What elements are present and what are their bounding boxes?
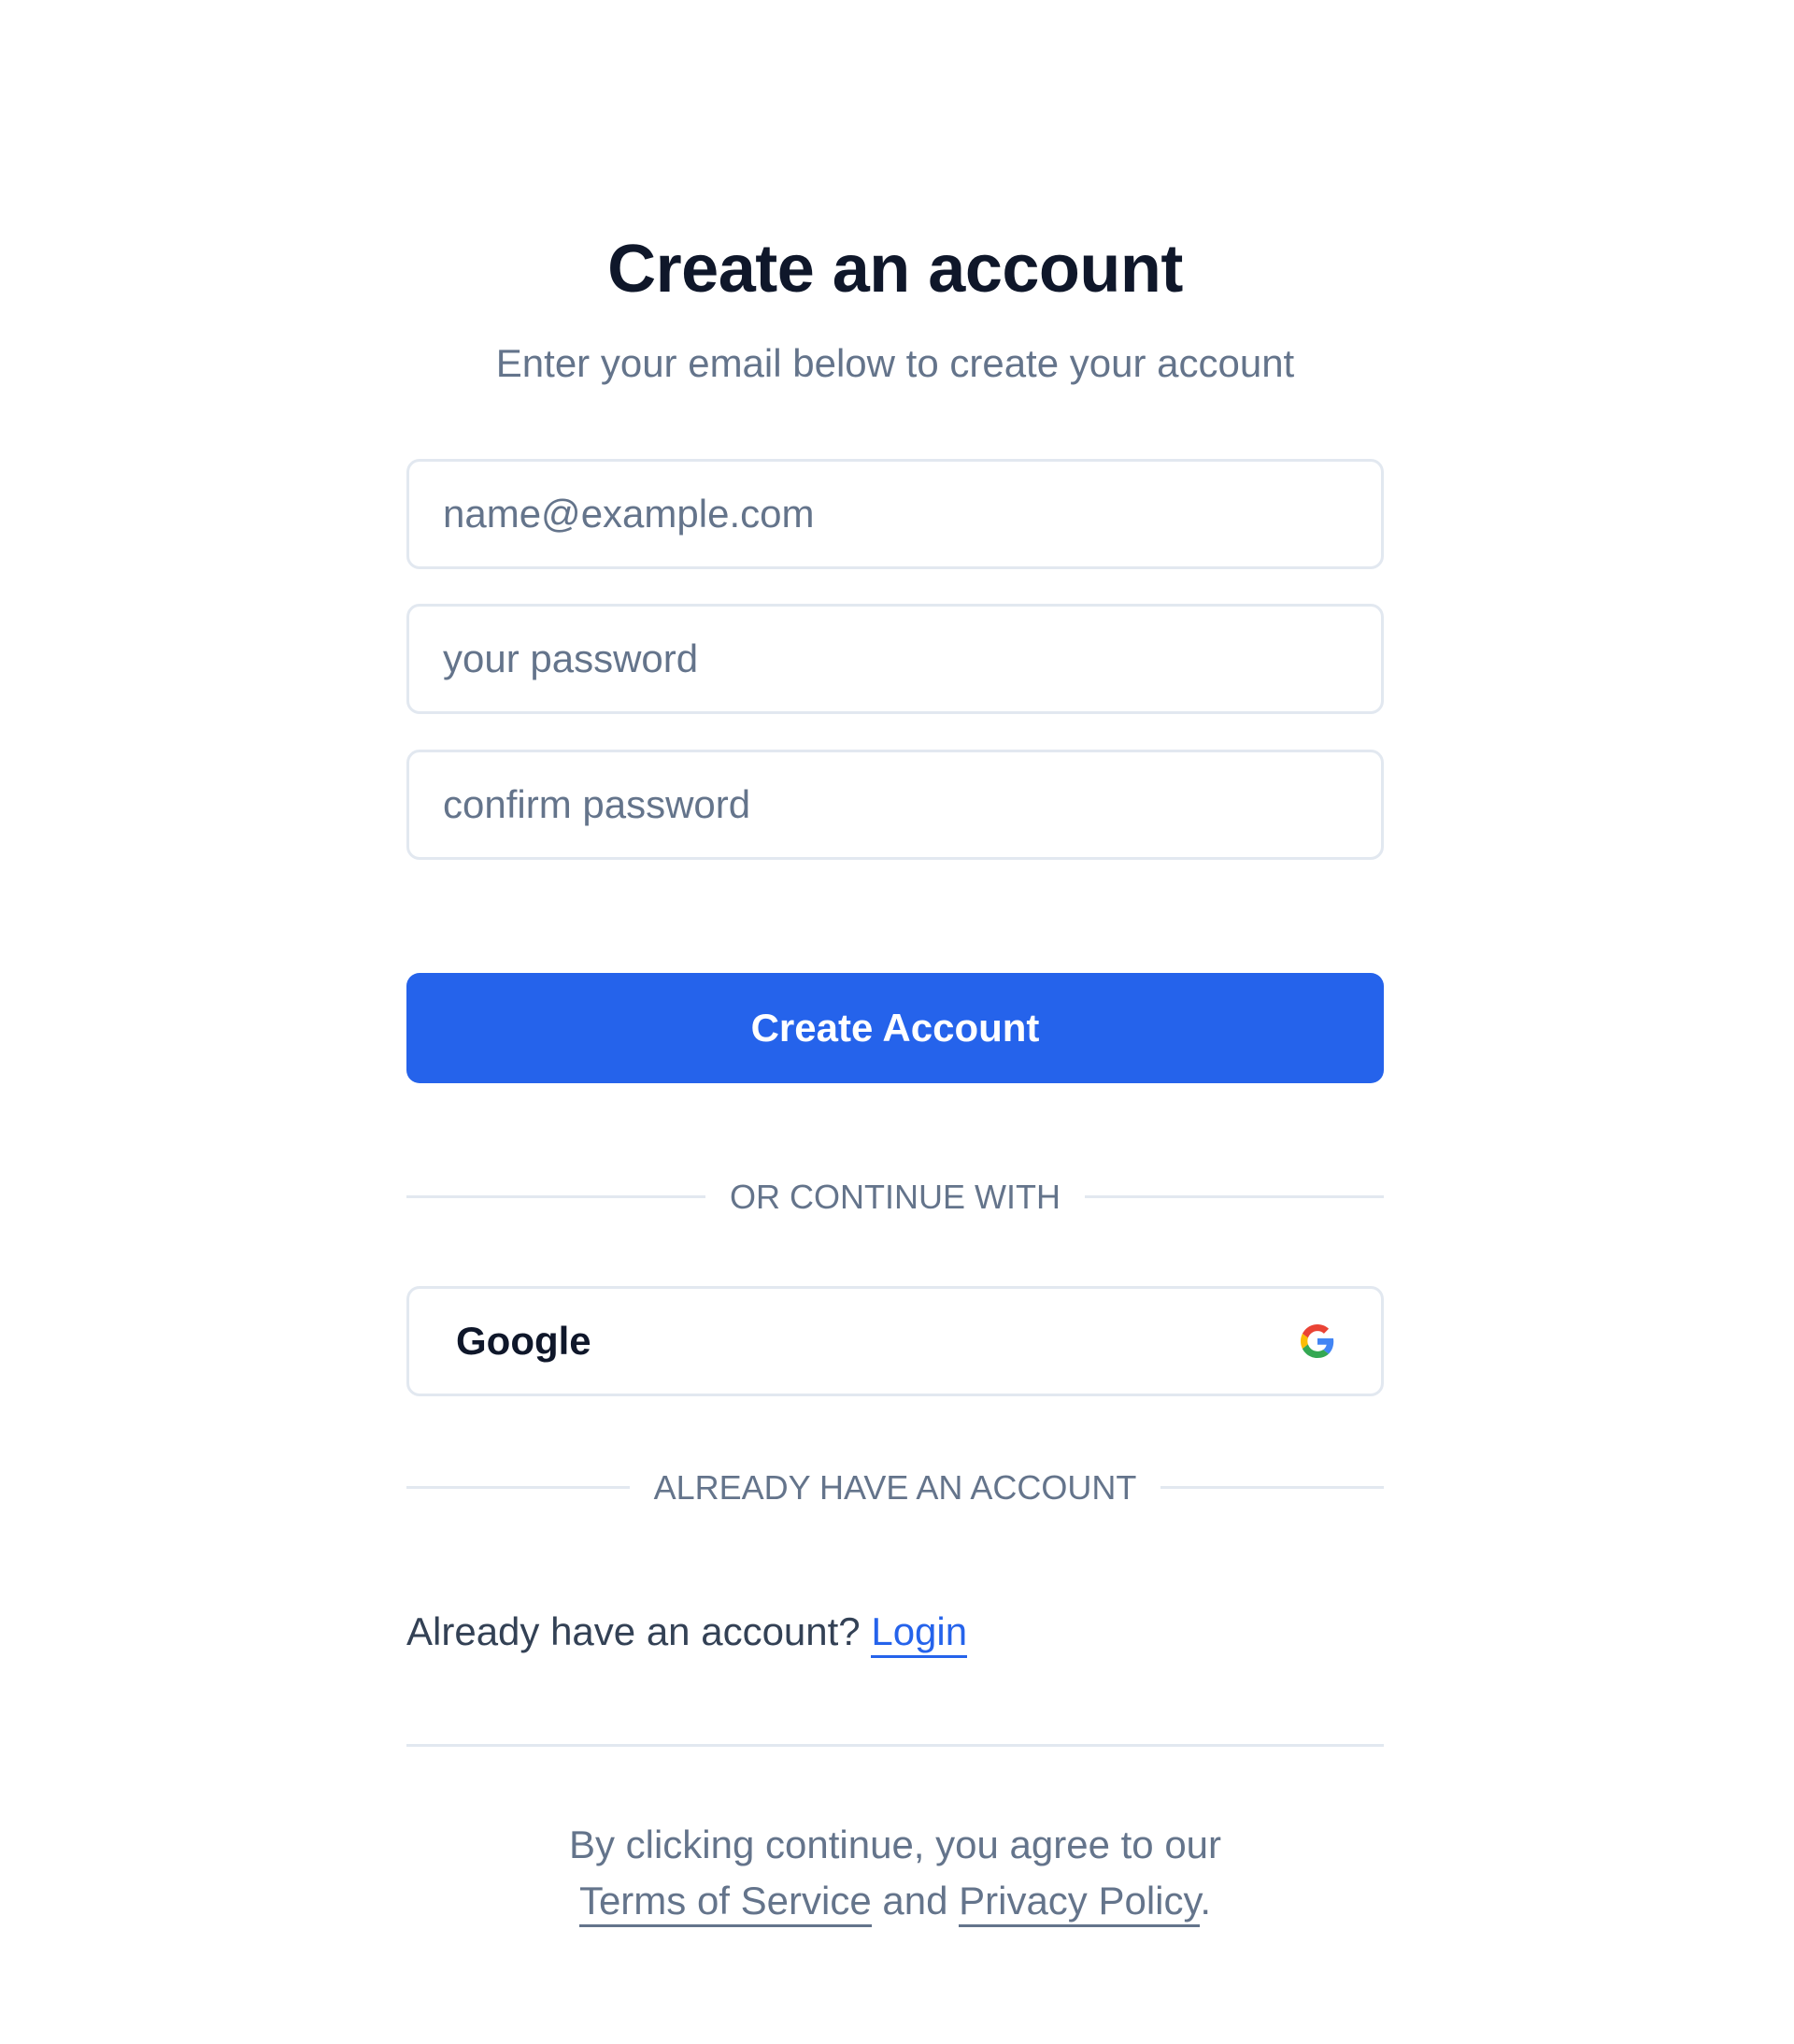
google-signin-button[interactable]: Google bbox=[406, 1286, 1384, 1396]
legal-and: and bbox=[882, 1879, 948, 1923]
login-prompt-text: Already have an account? bbox=[406, 1609, 861, 1653]
password-field[interactable] bbox=[406, 604, 1384, 714]
continue-with-divider: OR CONTINUE WITH bbox=[406, 1177, 1385, 1217]
existing-account-divider: ALREADY HAVE AN ACCOUNT bbox=[406, 1467, 1385, 1508]
legal-prefix: By clicking continue, you agree to our bbox=[568, 1822, 1222, 1866]
page-title: Create an account bbox=[607, 232, 1183, 307]
legal-notice: By clicking continue, you agree to our T… bbox=[519, 1817, 1272, 1929]
email-field[interactable] bbox=[406, 459, 1384, 569]
divider-line bbox=[1160, 1486, 1385, 1490]
terms-of-service-link[interactable]: Terms of Service bbox=[578, 1879, 872, 1927]
google-icon bbox=[1301, 1324, 1334, 1358]
page-subtitle: Enter your email below to create your ac… bbox=[495, 341, 1295, 385]
divider-line bbox=[406, 1486, 630, 1490]
divider-line bbox=[1085, 1195, 1385, 1199]
section-divider bbox=[406, 1744, 1384, 1747]
divider-label: ALREADY HAVE AN ACCOUNT bbox=[653, 1468, 1137, 1507]
divider-label: OR CONTINUE WITH bbox=[730, 1178, 1061, 1216]
legal-suffix: . bbox=[1200, 1879, 1212, 1923]
privacy-policy-link[interactable]: Privacy Policy bbox=[959, 1879, 1201, 1927]
login-link[interactable]: Login bbox=[871, 1609, 968, 1658]
create-account-button[interactable]: Create Account bbox=[406, 973, 1384, 1083]
login-prompt-row: Already have an account? Login bbox=[406, 1608, 968, 1658]
google-button-label: Google bbox=[456, 1319, 591, 1363]
confirm-password-field[interactable] bbox=[406, 750, 1384, 860]
divider-line bbox=[406, 1195, 706, 1199]
